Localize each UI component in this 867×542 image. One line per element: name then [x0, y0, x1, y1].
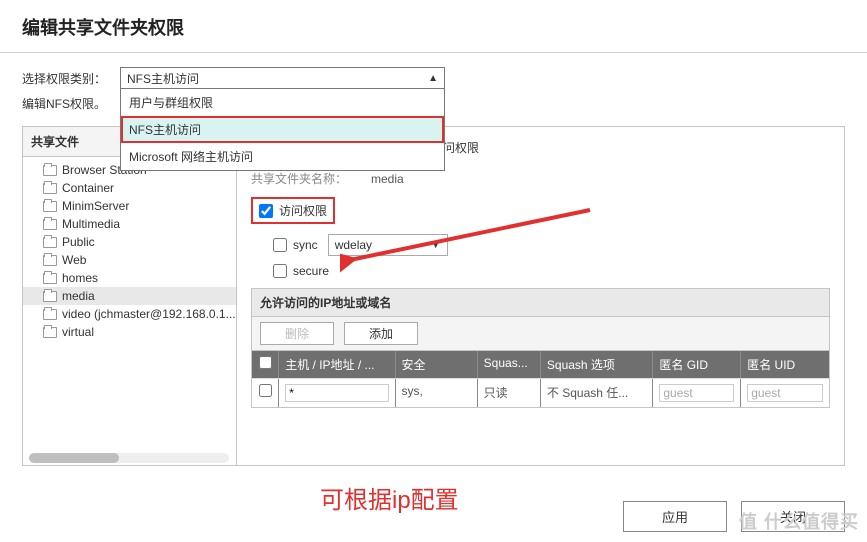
- host-input[interactable]: [285, 384, 388, 402]
- apply-button[interactable]: 应用: [623, 501, 727, 532]
- folder-tree[interactable]: Browser StationContainerMinimServerMulti…: [23, 157, 236, 451]
- col-anon-gid[interactable]: 匿名 GID: [653, 351, 741, 378]
- annotation-text: 可根据ip配置: [320, 480, 459, 515]
- cell-squash-option[interactable]: 不 Squash 任...: [541, 379, 653, 407]
- folder-label: Public: [62, 235, 95, 249]
- dropdown-option-microsoft[interactable]: Microsoft 网络主机访问: [121, 143, 444, 170]
- folder-item[interactable]: Public: [23, 233, 236, 251]
- secure-checkbox[interactable]: [273, 264, 287, 278]
- col-anon-uid[interactable]: 匿名 UID: [741, 351, 829, 378]
- allowed-ip-header: 允许访问的IP地址或域名: [251, 288, 830, 316]
- chevron-down-icon: ▼: [431, 240, 441, 251]
- edit-nfs-label: 编辑NFS权限。: [22, 95, 120, 112]
- folder-item[interactable]: Web: [23, 251, 236, 269]
- folder-item[interactable]: video (jchmaster@192.168.0.1...: [23, 305, 236, 323]
- uid-input[interactable]: [747, 384, 823, 402]
- perm-type-dropdown[interactable]: NFS主机访问 ▲: [120, 67, 445, 89]
- folder-item[interactable]: Multimedia: [23, 215, 236, 233]
- folder-icon: [43, 219, 57, 230]
- folder-label: Web: [62, 253, 86, 267]
- folder-name-label: 共享文件夹名称：: [251, 170, 371, 187]
- horizontal-scrollbar[interactable]: [29, 453, 229, 463]
- delete-button[interactable]: 删除: [260, 322, 334, 345]
- folder-icon: [43, 309, 57, 320]
- folder-icon: [43, 183, 57, 194]
- folder-item[interactable]: homes: [23, 269, 236, 287]
- sync-label: sync: [293, 238, 318, 252]
- dropdown-option-users-groups[interactable]: 用户与群组权限: [121, 89, 444, 116]
- dropdown-option-nfs-host[interactable]: NFS主机访问: [121, 116, 444, 143]
- secure-label: secure: [293, 264, 329, 278]
- dropdown-list: 用户与群组权限 NFS主机访问 Microsoft 网络主机访问: [120, 88, 445, 171]
- dialog-title: 编辑共享文件夹权限: [0, 0, 867, 53]
- add-button[interactable]: 添加: [344, 322, 418, 345]
- folder-icon: [43, 255, 57, 266]
- select-all-checkbox[interactable]: [259, 356, 272, 369]
- folder-label: MinimServer: [62, 199, 129, 213]
- folder-label: video (jchmaster@192.168.0.1...: [62, 307, 236, 321]
- folder-label: homes: [62, 271, 98, 285]
- cell-squash-short[interactable]: 只读: [478, 379, 541, 407]
- col-squash-short[interactable]: Squas...: [478, 351, 541, 378]
- table-row[interactable]: sys, 只读 不 Squash 任...: [252, 378, 829, 407]
- chevron-up-icon: ▲: [428, 73, 438, 84]
- cell-security[interactable]: sys,: [396, 379, 478, 407]
- col-security[interactable]: 安全: [396, 351, 478, 378]
- sync-checkbox[interactable]: [273, 238, 287, 252]
- folder-icon: [43, 165, 57, 176]
- gid-input[interactable]: [659, 384, 734, 402]
- col-squash-option[interactable]: Squash 选项: [541, 351, 653, 378]
- folder-label: Multimedia: [62, 217, 120, 231]
- ip-grid: 主机 / IP地址 / ... 安全 Squas... Squash 选项 匿名…: [251, 350, 830, 408]
- folder-item[interactable]: Container: [23, 179, 236, 197]
- access-rights-label: 访问权限: [279, 202, 327, 219]
- col-host[interactable]: 主机 / IP地址 / ...: [279, 351, 395, 378]
- perm-type-label: 选择权限类别：: [22, 70, 120, 87]
- folder-item[interactable]: MinimServer: [23, 197, 236, 215]
- folder-item[interactable]: virtual: [23, 323, 236, 341]
- folder-label: Container: [62, 181, 114, 195]
- row-checkbox[interactable]: [259, 384, 272, 397]
- folder-label: virtual: [62, 325, 94, 339]
- folder-label: media: [62, 289, 95, 303]
- folder-icon: [43, 327, 57, 338]
- wdelay-select[interactable]: wdelay ▼: [328, 234, 448, 256]
- folder-icon: [43, 201, 57, 212]
- folder-icon: [43, 237, 57, 248]
- folder-item[interactable]: media: [23, 287, 236, 305]
- folder-name-value: media: [371, 172, 404, 186]
- folder-icon: [43, 291, 57, 302]
- access-rights-checkbox[interactable]: [259, 204, 273, 218]
- folder-icon: [43, 273, 57, 284]
- dropdown-selected: NFS主机访问: [127, 70, 199, 87]
- watermark: 值 什么值得买: [739, 508, 859, 534]
- access-rights-wrap: 访问权限: [251, 197, 335, 224]
